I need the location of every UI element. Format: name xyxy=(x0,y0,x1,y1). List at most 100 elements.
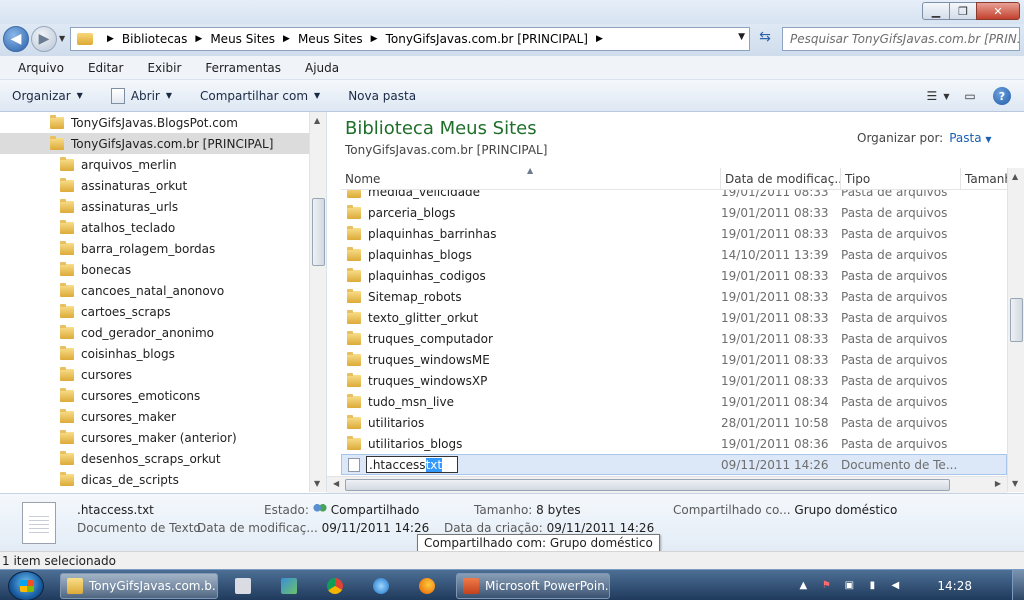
breadcrumb-principal[interactable]: TonyGifsJavas.com.br [PRINCIPAL] ▶ xyxy=(386,32,603,46)
horizontal-scrollbar[interactable]: ◀ ▶ xyxy=(327,476,1007,493)
refresh-button[interactable]: ⇆ xyxy=(754,29,776,49)
open-button[interactable]: Abrir ▼ xyxy=(110,87,172,104)
search-input[interactable]: Pesquisar TonyGifsJavas.com.br [PRIN... xyxy=(782,27,1020,51)
organize-button[interactable]: Organizar ▼ xyxy=(12,89,83,103)
scroll-up-icon[interactable]: ▲ xyxy=(314,116,320,125)
nav-tree-item[interactable]: cursores_emoticons xyxy=(0,385,326,406)
network-signal-icon[interactable]: ▮ xyxy=(865,579,879,593)
help-button[interactable]: ? xyxy=(992,86,1012,106)
pinned-ie[interactable] xyxy=(370,575,392,597)
horizontal-scroll-thumb[interactable] xyxy=(345,479,950,491)
file-row-renaming[interactable]: .htaccess txt 09/11/2011 14:26 Documento de… xyxy=(341,454,1007,475)
volume-icon[interactable]: ◀ xyxy=(888,579,902,593)
breadcrumb-bibliotecas[interactable]: Bibliotecas ▶ xyxy=(122,32,202,46)
taskbar-powerpoint[interactable]: Microsoft PowerPoin... xyxy=(456,573,610,599)
file-name-cell: plaquinhas_barrinhas xyxy=(341,225,721,241)
nav-tree-item[interactable]: cancoes_natal_anonovo xyxy=(0,280,326,301)
nav-tree-item[interactable]: assinaturas_urls xyxy=(0,196,326,217)
file-row[interactable]: truques_computador 19/01/2011 08:33 Pasta … xyxy=(341,328,1007,349)
pinned-firefox[interactable] xyxy=(416,575,438,597)
rename-input[interactable]: .htaccess txt xyxy=(366,456,458,473)
pinned-app-2[interactable] xyxy=(278,575,300,597)
share-button[interactable]: Compartilhar com ▼ xyxy=(200,89,320,103)
close-button[interactable]: ✕ xyxy=(976,2,1020,20)
nav-tree-item[interactable]: arquivos_merlin xyxy=(0,154,326,175)
nav-tree-item[interactable]: dicas_de_scripts xyxy=(0,469,326,490)
new-folder-button[interactable]: Nova pasta xyxy=(348,89,416,103)
file-row[interactable]: plaquinhas_barrinhas 19/01/2011 08:33 Past… xyxy=(341,223,1007,244)
preview-pane-button[interactable]: ▭ xyxy=(960,86,980,106)
scroll-right-icon[interactable]: ▶ xyxy=(995,479,1001,488)
breadcrumb-sep-root[interactable]: ▶ xyxy=(99,34,114,44)
nav-tree-item[interactable]: cursores_maker xyxy=(0,406,326,427)
menu-editar[interactable]: Editar xyxy=(82,59,130,77)
content-scroll-thumb[interactable] xyxy=(1010,298,1023,342)
menu-ajuda[interactable]: Ajuda xyxy=(299,59,345,77)
file-name-cell: texto_glitter_orkut xyxy=(341,309,721,325)
nav-tree-item[interactable]: desenhos_scraps_orkut xyxy=(0,448,326,469)
breadcrumb-meus-sites-2[interactable]: Meus Sites ▶ xyxy=(298,32,378,46)
nav-scrollbar[interactable]: ▲ ▼ xyxy=(309,112,326,492)
scroll-left-icon[interactable]: ◀ xyxy=(333,479,339,488)
clock[interactable]: 14:28 xyxy=(937,579,972,593)
show-hidden-icons-button[interactable]: ▲ xyxy=(796,579,810,593)
nav-tree-item[interactable]: bonecas xyxy=(0,259,326,280)
nav-tree-item[interactable]: TonyGifsJavas.BlogsPot.com xyxy=(0,112,326,133)
scroll-down-icon[interactable]: ▼ xyxy=(314,479,320,488)
file-row[interactable]: medida_velicidade 19/01/2011 08:33 Pasta d… xyxy=(341,190,1007,202)
arrange-value: Pasta xyxy=(949,131,982,145)
back-button[interactable]: ◀ xyxy=(3,26,29,52)
menu-arquivo[interactable]: Arquivo xyxy=(12,59,70,77)
file-row[interactable]: Sitemap_robots 19/01/2011 08:33 Pasta de a… xyxy=(341,286,1007,307)
breadcrumb-meus-sites-1[interactable]: Meus Sites ▶ xyxy=(210,32,290,46)
address-bar[interactable]: ▶ Bibliotecas ▶ Meus Sites ▶ Meus Sites ▶ T… xyxy=(70,27,750,51)
pinned-chrome[interactable] xyxy=(324,575,346,597)
minimize-button[interactable]: ▁ xyxy=(922,2,950,20)
arrange-by-dropdown[interactable]: Pasta ▼ xyxy=(949,131,991,145)
column-name[interactable]: Nome xyxy=(341,168,721,189)
menu-ferramentas[interactable]: Ferramentas xyxy=(199,59,287,77)
file-row[interactable]: texto_glitter_orkut 19/01/2011 08:33 Pasta… xyxy=(341,307,1007,328)
column-type[interactable]: Tipo xyxy=(841,168,961,189)
column-date[interactable]: Data de modificaç... xyxy=(721,168,841,189)
file-row[interactable]: plaquinhas_blogs 14/10/2011 13:39 Pasta de… xyxy=(341,244,1007,265)
folder-icon xyxy=(60,198,74,213)
nav-tree-item[interactable]: barra_rolagem_bordas xyxy=(0,238,326,259)
nav-tree-item[interactable]: assinaturas_orkut xyxy=(0,175,326,196)
file-row[interactable]: parceria_blogs 19/01/2011 08:33 Pasta de a… xyxy=(341,202,1007,223)
forward-button[interactable]: ▶ xyxy=(31,26,57,52)
file-row[interactable]: tudo_msn_live 19/01/2011 08:34 Pasta de ar… xyxy=(341,391,1007,412)
nav-scroll-thumb[interactable] xyxy=(312,198,325,266)
nav-tree-label: atalhos_teclado xyxy=(81,220,176,235)
view-options-button[interactable]: ☰ ▼ xyxy=(927,86,950,106)
content-scrollbar[interactable]: ▲ ▼ xyxy=(1007,168,1024,492)
nav-tree-item[interactable]: cursores xyxy=(0,364,326,385)
start-button[interactable] xyxy=(8,571,44,600)
scroll-down-icon[interactable]: ▼ xyxy=(1012,479,1018,488)
file-row[interactable]: utilitarios_blogs 19/01/2011 08:36 Pasta d… xyxy=(341,433,1007,454)
device-icon[interactable]: ▣ xyxy=(842,579,856,593)
maximize-button[interactable]: ❐ xyxy=(949,2,977,20)
nav-tree-item[interactable]: atalhos_teclado xyxy=(0,217,326,238)
nav-tree-item[interactable]: TonyGifsJavas.com.br [PRINCIPAL] xyxy=(0,133,326,154)
file-row[interactable]: plaquinhas_codigos 19/01/2011 08:33 Pasta … xyxy=(341,265,1007,286)
recent-pages-dropdown[interactable]: ▼ xyxy=(59,34,65,43)
file-row[interactable]: utilitarios 28/01/2011 10:58 Pasta de arqu… xyxy=(341,412,1007,433)
menu-exibir[interactable]: Exibir xyxy=(141,59,187,77)
address-history-dropdown[interactable]: ▼ xyxy=(738,32,745,42)
status-text: 1 item selecionado xyxy=(2,554,116,568)
file-row[interactable]: truques_windowsME 19/01/2011 08:33 Pasta d… xyxy=(341,349,1007,370)
folder-icon xyxy=(60,387,74,402)
show-desktop-button[interactable] xyxy=(1012,570,1024,600)
taskbar-explorer[interactable]: TonyGifsJavas.com.b... xyxy=(60,573,218,599)
scroll-up-icon[interactable]: ▲ xyxy=(1012,172,1018,181)
folder-icon xyxy=(347,288,361,303)
nav-tree-item[interactable]: coisinhas_blogs xyxy=(0,343,326,364)
file-row[interactable]: truques_windowsXP 19/01/2011 08:33 Pasta d… xyxy=(341,370,1007,391)
column-size[interactable]: Tamanh xyxy=(961,168,1007,189)
nav-tree-item[interactable]: cursores_maker (anterior) xyxy=(0,427,326,448)
nav-tree-item[interactable]: cartoes_scraps xyxy=(0,301,326,322)
action-center-icon[interactable]: ⚑ xyxy=(819,579,833,593)
pinned-app-1[interactable] xyxy=(232,575,254,597)
nav-tree-item[interactable]: cod_gerador_anonimo xyxy=(0,322,326,343)
